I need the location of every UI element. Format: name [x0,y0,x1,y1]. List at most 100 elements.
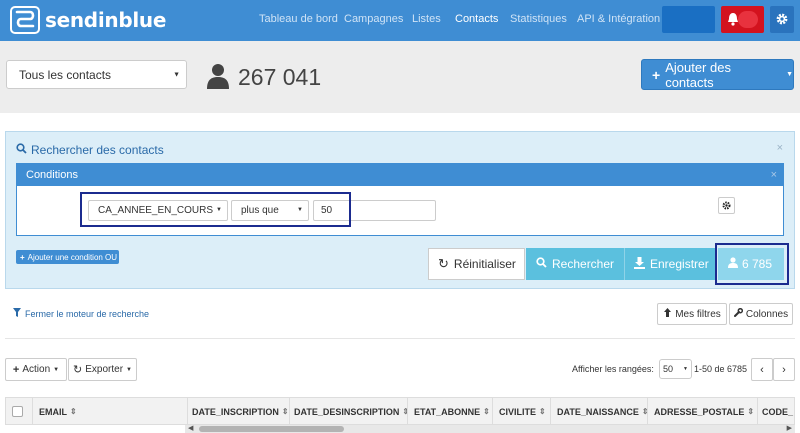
reset-label: Réinitialiser [453,257,516,271]
chevron-down-icon: ▼ [173,71,180,78]
upload-icon [663,308,672,320]
contacts-table-header: EMAIL ⇕ DATE_INSCRIPTION ⇕ DATE_DESINSCRIP… [5,397,795,425]
column-header-label: CODE_ [762,406,794,417]
add-contacts-button[interactable]: + Ajouter des contacts ▼ [641,59,794,90]
scroll-right-icon[interactable]: ▶ [787,424,792,432]
caret-down-icon: ▼ [786,71,793,78]
add-or-condition-button[interactable]: + Ajouter une condition OU [16,250,119,264]
rows-per-page-label: Afficher les rangées: [572,364,654,374]
column-header-civilite[interactable]: CIVILITE ⇕ [493,398,551,425]
select-all-cell [6,398,33,425]
logo[interactable]: sendinblue [10,6,166,34]
top-navbar: sendinblue Tableau de bord Campagnes Lis… [0,0,800,41]
contact-count: 267 041 [206,62,321,92]
export-label: Exporter [85,364,124,375]
sendinblue-logo-icon [10,6,40,34]
search-button[interactable]: Rechercher [526,248,624,280]
reset-button[interactable]: ↻ Réinitialiser [428,248,525,280]
nav-tableau-de-bord[interactable]: Tableau de bord [259,13,338,25]
select-all-checkbox[interactable] [12,406,23,417]
settings-button[interactable] [770,6,794,33]
contact-list-select[interactable]: Tous les contacts ▼ [6,60,187,89]
my-filters-label: Mes filtres [675,308,721,320]
condition-highlight-box [80,192,351,227]
search-label: Rechercher [552,257,615,271]
account-button[interactable] [662,6,715,33]
action-label: Action [22,364,51,375]
column-header-label: DATE_DESINSCRIPTION [294,406,400,417]
rows-per-page-select[interactable]: 50 ▼ [659,359,692,379]
column-header-label: DATE_INSCRIPTION [192,406,279,417]
search-panel-title-text: Rechercher des contacts [31,143,164,157]
caret-down-icon: ▼ [53,366,60,373]
nav-statistiques[interactable]: Statistiques [510,13,567,25]
nav-listes[interactable]: Listes [412,13,441,25]
column-header-label: ETAT_ABONNE [414,406,481,417]
search-icon [536,257,547,271]
chevron-right-icon: › [782,363,786,376]
logo-text: sendinblue [45,8,167,32]
divider [5,338,795,339]
export-dropdown-button[interactable]: ↻ Exporter ▼ [68,358,137,381]
column-header-etat-abonne[interactable]: ETAT_ABONNE ⇕ [408,398,493,425]
close-search-engine-label: Fermer le moteur de recherche [25,308,150,319]
gear-icon [775,12,789,29]
condition-settings-button[interactable] [718,197,735,214]
close-conditions-icon[interactable]: × [771,169,777,181]
caret-down-icon: ▼ [126,366,132,373]
scrollbar-thumb[interactable] [199,426,344,432]
chevron-down-icon: ▼ [683,366,688,372]
search-panel-title: Rechercher des contacts [16,143,164,157]
user-icon [206,63,230,92]
download-icon [634,256,645,272]
sort-icon: ⇕ [483,407,490,416]
column-header-date-naissance[interactable]: DATE_NAISSANCE ⇕ [551,398,648,425]
contact-list-select-value: Tous les contacts [19,67,112,82]
horizontal-scrollbar[interactable]: ◀ ▶ [185,425,795,433]
conditions-header: Conditions × [17,164,783,186]
nav-api-integration[interactable]: API & Intégration [577,13,660,25]
column-header-date-desinscription[interactable]: DATE_DESINSCRIPTION⇕ [290,398,408,425]
my-filters-button[interactable]: Mes filtres [657,303,727,325]
sort-icon: ⇕ [747,407,755,416]
plus-icon: + [652,66,661,83]
add-contacts-label: Ajouter des contacts [665,59,731,90]
plus-icon: + [20,252,25,262]
result-count-highlight-box [715,243,789,285]
column-header-label: CIVILITE [499,406,537,417]
rows-per-page-value: 50 [663,364,674,374]
column-header-adresse-postale[interactable]: ADRESSE_POSTALE ⇕ [648,398,758,425]
nav-campagnes[interactable]: Campagnes [344,13,403,25]
search-icon [16,143,27,157]
sort-icon: ⇕ [281,407,289,416]
wrench-icon [733,307,743,320]
column-header-label: DATE_NAISSANCE [557,406,639,417]
previous-page-button[interactable]: ‹ [751,358,773,381]
refresh-icon: ↻ [73,364,83,376]
columns-label: Colonnes [745,308,789,320]
close-search-engine-link[interactable]: Fermer le moteur de recherche [13,308,149,319]
chevron-left-icon: ‹ [760,363,764,376]
save-button[interactable]: Enregistrer [624,248,717,280]
contact-count-value: 267 041 [238,63,322,90]
plus-icon: + [12,363,20,376]
nav-contacts[interactable]: Contacts [455,13,498,25]
add-or-condition-label: Ajouter une condition OU [27,252,118,262]
columns-button[interactable]: Colonnes [729,303,793,325]
pagination-range: 1-50 de 6785 [694,364,748,374]
action-dropdown-button[interactable]: + Action ▼ [5,358,67,381]
filter-icon [13,308,21,319]
notification-badge [738,11,758,28]
column-header-date-inscription[interactable]: DATE_INSCRIPTION ⇕ [188,398,290,425]
column-header-email[interactable]: EMAIL ⇕ [33,398,188,425]
column-header-code[interactable]: CODE_ [758,398,794,425]
next-page-button[interactable]: › [773,358,795,381]
scroll-left-icon[interactable]: ◀ [188,424,193,432]
notifications-button[interactable] [721,6,764,33]
close-search-panel-icon[interactable]: × [777,142,783,154]
refresh-icon: ↻ [438,256,449,271]
conditions-title: Conditions [26,169,78,181]
sort-icon: ⇕ [70,407,77,416]
column-header-label: ADRESSE_POSTALE [654,406,745,417]
gear-icon [722,199,731,213]
